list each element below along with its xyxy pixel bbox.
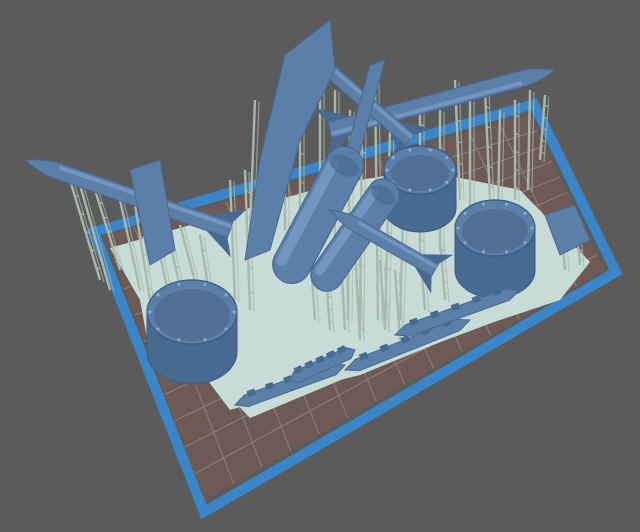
scene-canvas[interactable] <box>0 0 640 532</box>
intake-ring-right <box>454 199 536 299</box>
ring-bolt <box>445 180 449 184</box>
ring-bolt <box>224 293 228 297</box>
ring-bolt <box>203 337 207 342</box>
3d-viewport[interactable] <box>0 0 640 532</box>
ring-bolt <box>451 168 455 172</box>
ring-inner <box>391 155 449 191</box>
ring-bolt <box>408 148 412 152</box>
intake-ring-left <box>146 279 238 385</box>
ring-bolt <box>504 250 509 254</box>
ring-bolt <box>523 241 527 245</box>
ring-bolt <box>148 310 152 314</box>
ring-bolt <box>428 148 432 152</box>
ring-bolt <box>391 156 395 160</box>
ring-bolt <box>232 310 236 314</box>
ring-bolt <box>224 327 228 331</box>
ring-bolt <box>463 211 467 215</box>
ring-bolt <box>156 327 160 331</box>
ring-bolt <box>463 241 467 245</box>
ring-bolt <box>530 226 534 230</box>
ring-bolt <box>445 156 449 160</box>
ring-bolt <box>481 250 486 254</box>
ring-bolt <box>203 282 207 287</box>
ring-bolt <box>481 202 486 206</box>
ring-bolt <box>385 168 389 172</box>
ring-bolt <box>523 211 527 215</box>
ring-bolt <box>456 226 460 230</box>
ring-bolt <box>408 188 412 192</box>
ring-bolt <box>177 337 181 342</box>
ring-inner <box>154 289 230 341</box>
ring-inner <box>462 209 528 253</box>
ring-bolt <box>504 202 509 206</box>
ring-bolt <box>428 188 432 192</box>
ring-bolt <box>156 293 160 297</box>
ring-bolt <box>177 282 181 287</box>
